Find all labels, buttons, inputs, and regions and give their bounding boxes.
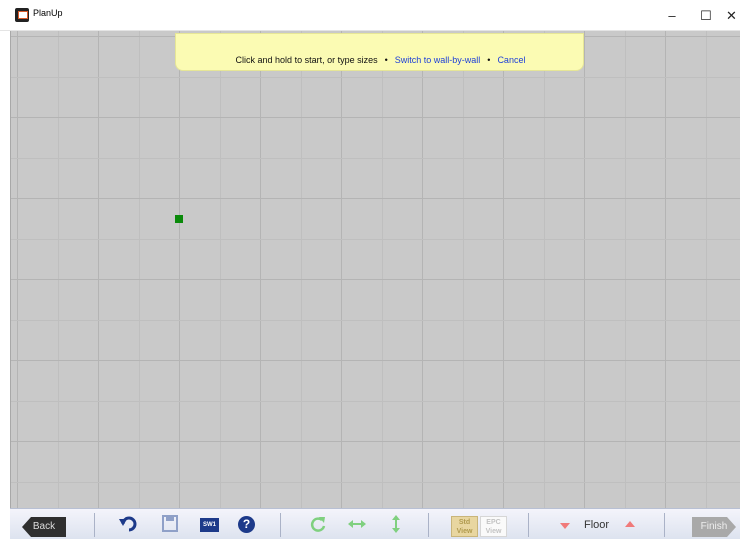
- sw1-button[interactable]: SW1: [200, 518, 219, 532]
- std-view-toggle[interactable]: Std View: [451, 516, 478, 537]
- toolbar-divider: [94, 513, 95, 537]
- epc-view-line2: View: [485, 528, 502, 535]
- banner-instruction-text: Click and hold to start, or type sizes: [235, 55, 378, 65]
- std-view-line2: View: [456, 528, 473, 535]
- toolbar-divider: [428, 513, 429, 537]
- back-button[interactable]: Back: [22, 517, 66, 537]
- app-logo-icon: [15, 8, 29, 22]
- rotate-icon[interactable]: [307, 515, 329, 535]
- floor-label: Floor: [584, 519, 610, 531]
- banner-separator: •: [384, 55, 388, 65]
- toolbar-divider: [664, 513, 665, 537]
- floor-down-icon[interactable]: [560, 523, 570, 529]
- finish-button[interactable]: Finish: [692, 517, 736, 537]
- epc-view-line1: EPC: [486, 519, 501, 526]
- undo-icon[interactable]: [118, 515, 140, 535]
- toolbar-divider: [280, 513, 281, 537]
- close-button[interactable]: ✕: [723, 0, 740, 31]
- flip-vertical-icon[interactable]: [385, 515, 407, 535]
- floor-up-icon[interactable]: [625, 521, 635, 527]
- canvas-grid: [11, 31, 740, 508]
- std-view-line1: Std: [458, 519, 471, 526]
- app-window: PlanUp – ☐ ✕ Click and hold to start, or…: [0, 0, 740, 539]
- title-bar: PlanUp – ☐ ✕: [0, 0, 740, 31]
- instruction-banner: Click and hold to start, or type sizes • S…: [175, 33, 584, 71]
- epc-view-toggle[interactable]: EPC View: [480, 516, 507, 537]
- help-button[interactable]: ?: [238, 516, 255, 533]
- banner-separator: •: [487, 55, 491, 65]
- flip-horizontal-icon[interactable]: [346, 515, 368, 535]
- drawing-canvas[interactable]: [10, 31, 740, 508]
- minimize-button[interactable]: –: [655, 0, 689, 31]
- save-icon[interactable]: [159, 515, 181, 535]
- maximize-button[interactable]: ☐: [689, 0, 723, 31]
- cancel-link[interactable]: Cancel: [497, 55, 525, 65]
- toolbar-divider: [528, 513, 529, 537]
- switch-to-wall-by-wall-link[interactable]: Switch to wall-by-wall: [395, 55, 481, 65]
- window-title: PlanUp: [33, 8, 63, 18]
- start-point-marker[interactable]: [175, 215, 183, 223]
